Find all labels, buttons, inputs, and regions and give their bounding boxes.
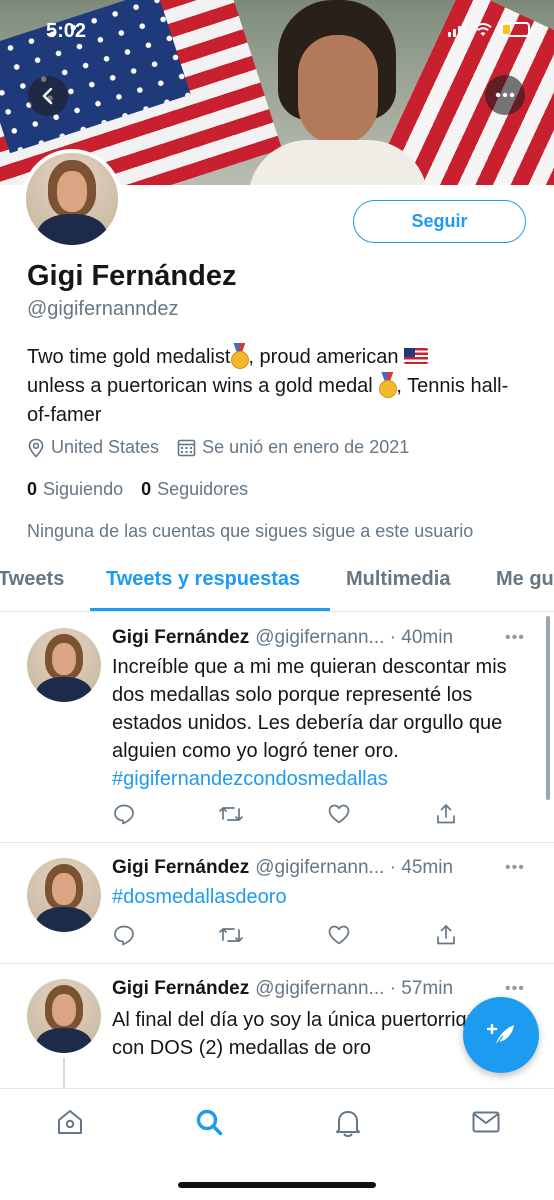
tweet-time: · 45min [389, 857, 454, 878]
tweet-avatar[interactable] [27, 979, 101, 1053]
tweet-avatar[interactable] [27, 628, 101, 702]
compose-tweet-button[interactable] [463, 997, 539, 1073]
follow-button[interactable]: Seguir [353, 200, 526, 243]
tab-tweets-and-replies[interactable]: Tweets y respuestas [106, 568, 300, 591]
tweet-time: · 40min [389, 627, 454, 648]
tab-tweets[interactable]: Tweets [0, 568, 64, 591]
profile-handle: @gigifernanndez [27, 298, 179, 320]
tweet-text: Al final del día yo soy la única puertor… [112, 1009, 512, 1059]
followers-count: 0 [141, 479, 152, 499]
tweet-text: Increíble que a mi me quieran descontar … [112, 656, 507, 762]
tab-media[interactable]: Multimedia [346, 568, 450, 591]
tweet-handle: @gigifernann... [255, 978, 385, 999]
search-icon[interactable] [194, 1107, 224, 1137]
chevron-left-icon [42, 87, 53, 105]
wifi-icon [474, 22, 492, 36]
followers-label: Seguidores [157, 479, 249, 499]
reply-icon[interactable] [112, 923, 136, 947]
share-icon[interactable] [434, 802, 458, 826]
followers-link[interactable]: 0 Seguidores [141, 479, 248, 500]
tweet-hashtag[interactable]: #gigifernandezcondosmedallas [112, 768, 388, 790]
follow-stats: 0 Siguiendo 0 Seguidores [27, 479, 266, 500]
tweet-body: Increíble que a mi me quieran descontar … [112, 653, 532, 793]
profile-tabs: Tweets Tweets y respuestas Multimedia Me… [0, 556, 554, 612]
profile-avatar[interactable] [22, 149, 122, 249]
retweet-icon[interactable] [218, 923, 244, 947]
tweet-time: · 57min [389, 978, 454, 999]
gold-medal-emoji-icon [378, 372, 398, 398]
tweet-more-button[interactable]: ••• [505, 980, 525, 998]
following-label: Siguiendo [43, 479, 124, 499]
tweet-actions [112, 802, 472, 826]
bio-text: Two time gold medalist [27, 346, 231, 368]
tweet-item[interactable]: Gigi Fernández @gigifernann... · 40min ••… [0, 613, 554, 843]
tweet-more-button[interactable]: ••• [505, 629, 525, 647]
following-count: 0 [27, 479, 38, 499]
tweet-header: Gigi Fernández @gigifernann... · 57min [112, 978, 453, 1000]
retweet-icon[interactable] [218, 802, 244, 826]
bio-text: , proud american [248, 346, 399, 368]
tweet-header: Gigi Fernández @gigifernann... · 45min [112, 857, 453, 879]
signal-icon [448, 22, 466, 37]
share-icon[interactable] [434, 923, 458, 947]
bell-icon[interactable] [333, 1107, 363, 1139]
us-flag-emoji-icon [404, 348, 429, 364]
profile-location: United States [51, 437, 160, 457]
compose-feather-icon [486, 1023, 514, 1047]
followed-by-notice: Ninguna de las cuentas que sigues sigue … [27, 521, 474, 541]
tweet-body: #dosmedallasdeoro [112, 883, 532, 911]
battery-icon [500, 22, 533, 37]
tweet-hashtag[interactable]: #dosmedallasdeoro [112, 886, 287, 908]
like-heart-icon[interactable] [327, 802, 351, 826]
tweet-author-name: Gigi Fernández [112, 978, 250, 999]
tweet-author-name: Gigi Fernández [112, 627, 250, 648]
home-icon[interactable] [55, 1107, 85, 1137]
tweet-more-button[interactable]: ••• [505, 859, 525, 877]
more-horizontal-icon [495, 92, 515, 98]
tweet-actions [112, 923, 472, 947]
like-heart-icon[interactable] [327, 923, 351, 947]
following-link[interactable]: 0 Siguiendo [27, 479, 123, 500]
tweet-handle: @gigifernann... [255, 627, 385, 648]
back-button[interactable] [28, 76, 68, 116]
bio-text: unless a puertorican wins a gold medal [27, 375, 373, 397]
scrollbar[interactable] [546, 616, 550, 800]
tab-likes[interactable]: Me gu [496, 568, 554, 591]
location-pin-icon [28, 438, 44, 458]
home-indicator [178, 1182, 376, 1188]
tweet-author-name: Gigi Fernández [112, 857, 250, 878]
profile-bio: Two time gold medalist , proud american u… [27, 343, 527, 430]
mail-icon[interactable] [471, 1107, 501, 1137]
tweet-item[interactable]: Gigi Fernández @gigifernann... · 45min ••… [0, 843, 554, 964]
tweet-handle: @gigifernann... [255, 857, 385, 878]
profile-joined-date: Se unió en enero de 2021 [202, 437, 410, 457]
tweet-header: Gigi Fernández @gigifernann... · 40min [112, 627, 453, 649]
profile-display-name: Gigi Fernández [27, 260, 237, 292]
gold-medal-emoji-icon [230, 343, 250, 369]
profile-meta: United States Se unió en enero de 2021 [27, 437, 427, 458]
reply-icon[interactable] [112, 802, 136, 826]
tweet-avatar[interactable] [27, 858, 101, 932]
more-options-button[interactable] [485, 75, 525, 115]
status-time: 5:02 [46, 20, 87, 42]
thread-line [63, 1058, 65, 1090]
active-tab-indicator [90, 608, 330, 611]
status-bar: 5:02 [0, 0, 554, 60]
calendar-icon [177, 439, 196, 457]
